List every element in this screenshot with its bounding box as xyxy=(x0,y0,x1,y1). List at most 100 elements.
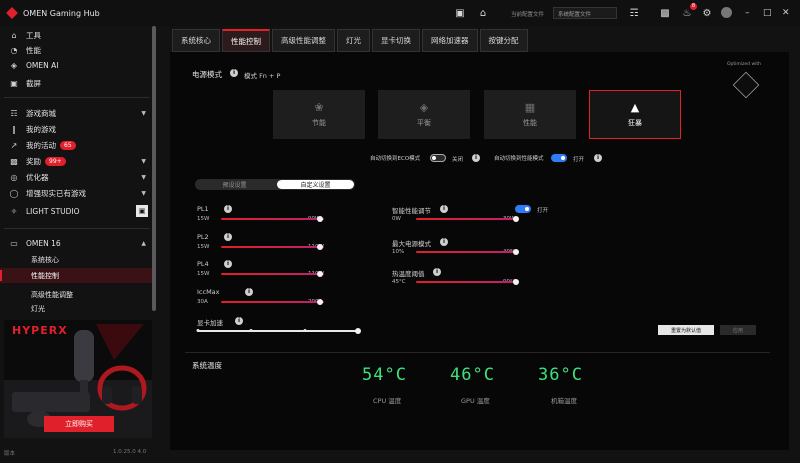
slider-thumb[interactable] xyxy=(512,279,519,285)
sidebar-item-my-games[interactable]: ‖ 我的游戏 xyxy=(0,121,152,137)
sidebar-item-label: 性能 xyxy=(26,45,41,55)
auto-performance-state: 打开 xyxy=(573,157,585,163)
gpu-boost-stop[interactable] xyxy=(355,328,361,334)
info-icon[interactable]: i xyxy=(245,288,253,296)
sidebar-item-performance[interactable]: ◔ 性能 xyxy=(0,42,152,58)
sidebar-scrollbar[interactable] xyxy=(152,26,156,311)
slider[interactable] xyxy=(221,271,324,277)
slider-thumb[interactable] xyxy=(316,299,323,305)
avatar[interactable] xyxy=(721,7,732,18)
slider-thumb[interactable] xyxy=(316,271,323,277)
close-icon[interactable]: ✕ xyxy=(782,8,790,18)
info-icon[interactable]: i xyxy=(594,154,602,162)
info-icon[interactable]: i xyxy=(472,154,480,162)
optimized-label: Optimized with xyxy=(727,62,762,67)
segment-custom[interactable]: 自定义设置 xyxy=(277,180,354,189)
sidebar-item-omen-ai[interactable]: ◈ OMEN AI xyxy=(0,57,152,73)
info-icon[interactable]: i xyxy=(235,317,243,325)
bell-icon[interactable]: ♨ 8 xyxy=(680,3,697,20)
slider[interactable] xyxy=(221,244,324,250)
auto-eco-toggle[interactable] xyxy=(430,154,446,162)
tab-performance-control[interactable]: 性能控制 xyxy=(222,29,270,52)
slider-label: 智能性能调节 xyxy=(392,207,431,215)
tab-network-booster[interactable]: 网络加速器 xyxy=(422,29,478,52)
gear-icon[interactable]: ⚙ xyxy=(700,6,714,20)
info-icon[interactable]: i xyxy=(433,268,441,276)
sidebar-subitem-system-core[interactable]: 系统核心 xyxy=(0,252,152,267)
slider-track xyxy=(221,218,324,220)
mode-label: 节能 xyxy=(312,119,326,127)
title-bar: OMEN Gaming Hub ▣ ⌂ 当前配置文件 系统配置文件 ☶ ▩ ♨ 8… xyxy=(0,0,800,26)
gpu-boost-stop[interactable] xyxy=(196,329,200,332)
sidebar-item-label: OMEN 16 xyxy=(26,238,61,248)
gpu-boost-stop[interactable] xyxy=(249,329,253,332)
tab-key-assign[interactable]: 按键分配 xyxy=(479,29,528,52)
sidebar-subitem-performance-control[interactable]: 性能控制 xyxy=(0,268,152,283)
home-icon[interactable]: ⌂ xyxy=(476,6,490,20)
info-icon[interactable]: i xyxy=(440,205,448,213)
tab-system-core[interactable]: 系统核心 xyxy=(172,29,220,52)
sidebar-item-ar[interactable]: ◯ 增强现实已有游戏 ▼ xyxy=(0,185,152,201)
profile-select[interactable]: 系统配置文件 xyxy=(553,7,617,19)
segment-preset[interactable]: 预设设置 xyxy=(196,180,273,189)
apply-button[interactable]: 应用 xyxy=(720,325,756,335)
slider-track xyxy=(416,251,519,253)
sidebar-item-rewards[interactable]: ▩ 奖励 99+ ▼ xyxy=(0,153,152,169)
sidebar-item-home[interactable]: ⌂ 工具 xyxy=(0,27,152,43)
sidebar-divider xyxy=(4,97,150,98)
controller-icon[interactable]: ☶ xyxy=(627,6,641,20)
chart-icon: ↗ xyxy=(10,140,18,150)
slider[interactable] xyxy=(416,279,519,285)
open-external-icon[interactable]: ▣ xyxy=(136,205,148,217)
sidebar-item-label: 我的游戏 xyxy=(26,124,56,134)
mode-eco[interactable]: ❀ 节能 xyxy=(273,90,365,139)
sidebar-item-screenshot[interactable]: ▣ 截屏 xyxy=(0,75,152,91)
profile-label: 当前配置文件 xyxy=(511,12,545,18)
buy-now-button[interactable]: 立即购买 xyxy=(44,416,114,432)
tab-advanced-tuning[interactable]: 高级性能调整 xyxy=(272,29,335,52)
maximize-icon[interactable]: □ xyxy=(763,8,772,18)
mode-unleashed[interactable]: ▲ 狂暴 xyxy=(589,90,681,139)
tab-lighting[interactable]: 灯光 xyxy=(337,29,370,52)
mode-balanced[interactable]: ◈ 平衡 xyxy=(378,90,470,139)
gpu-boost-stop[interactable] xyxy=(303,329,307,332)
slider[interactable] xyxy=(221,299,324,305)
slider[interactable] xyxy=(221,216,324,222)
info-icon[interactable]: i xyxy=(224,233,232,241)
sidebar-item-label: OMEN AI xyxy=(26,60,59,70)
sidebar-item-label: 截屏 xyxy=(26,78,41,88)
slider[interactable] xyxy=(416,249,519,255)
slider-thumb[interactable] xyxy=(512,216,519,222)
tab-gpu-switch[interactable]: 显卡切换 xyxy=(372,29,420,52)
slider-label: PL2 xyxy=(197,233,209,241)
bookmark-icon[interactable]: ▣ xyxy=(453,6,467,20)
sidebar-item-light-studio[interactable]: ✧ LIGHT STUDIO ▣ xyxy=(0,203,152,219)
sidebar-item-optimizer[interactable]: ◎ 优化器 ▼ xyxy=(0,169,152,185)
sidebar-subitem-lighting[interactable]: 灯光 xyxy=(0,303,152,315)
slider-thumb[interactable] xyxy=(512,249,519,255)
laptop-icon: ▭ xyxy=(10,238,18,248)
minimize-icon[interactable]: – xyxy=(745,8,750,18)
sidebar-item-store[interactable]: ☶ 游戏商城 ▼ xyxy=(0,105,152,121)
system-temp-title: 系统温度 xyxy=(192,361,222,370)
slider-thumb[interactable] xyxy=(316,216,323,222)
slider-label: PL1 xyxy=(197,205,209,213)
info-icon[interactable]: i xyxy=(440,238,448,246)
sidebar-subitem-advanced-tuning[interactable]: 高级性能调整 xyxy=(0,287,152,302)
info-icon[interactable]: i xyxy=(224,205,232,213)
mode-performance[interactable]: ▦ 性能 xyxy=(484,90,576,139)
flame-icon: ▲ xyxy=(630,101,640,114)
sidebar-item-device[interactable]: ▭ OMEN 16 ▲ xyxy=(0,235,152,251)
gift-icon[interactable]: ▩ xyxy=(658,6,672,20)
info-icon[interactable]: i xyxy=(224,260,232,268)
reset-defaults-button[interactable]: 重置为默认值 xyxy=(658,325,714,335)
slider[interactable] xyxy=(416,216,519,222)
auto-performance-toggle[interactable] xyxy=(551,154,567,162)
smart-performance-toggle[interactable] xyxy=(515,205,531,213)
hyperx-ad[interactable]: HYPERX 立即购买 xyxy=(4,320,152,438)
info-icon[interactable]: i xyxy=(230,69,238,77)
tab-bar: 系统核心 性能控制 高级性能调整 灯光 显卡切换 网络加速器 按键分配 xyxy=(172,29,530,52)
sidebar-item-activity[interactable]: ↗ 我的活动 65 xyxy=(0,137,152,153)
slider-thumb[interactable] xyxy=(316,244,323,250)
gpu-boost-slider[interactable] xyxy=(196,328,361,334)
